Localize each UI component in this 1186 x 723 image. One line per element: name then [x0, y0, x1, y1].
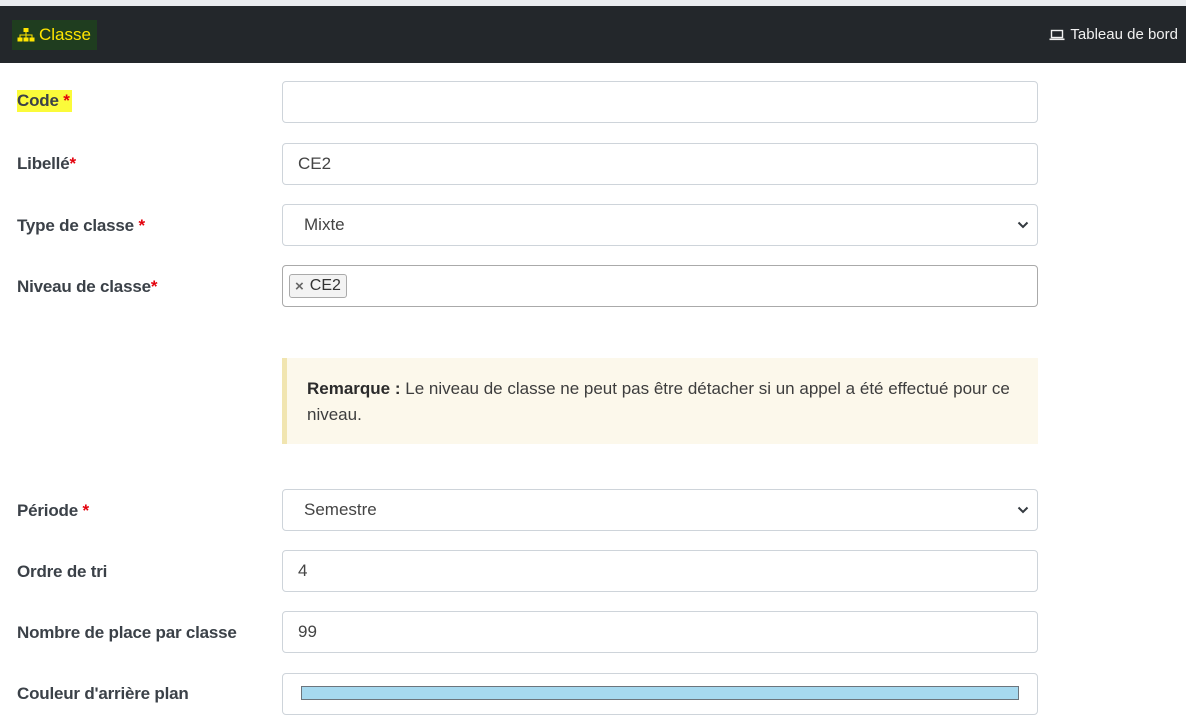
couleur-label-text: Couleur d'arrière plan: [17, 684, 189, 703]
niveau-tag-label: CE2: [309, 277, 341, 294]
type-classe-label-text: Type de classe: [17, 216, 134, 235]
dashboard-link-label: Tableau de bord: [1070, 26, 1178, 43]
required-mark: *: [82, 501, 90, 520]
remark-alert: Remarque : Le niveau de classe ne peut p…: [282, 358, 1038, 444]
libelle-label: Libellé*: [17, 154, 76, 174]
required-mark: *: [63, 91, 70, 110]
nombre-place-label-text: Nombre de place par classe: [17, 623, 237, 642]
remark-title: Remarque :: [307, 379, 401, 398]
type-classe-label: Type de classe *: [17, 216, 145, 236]
header-bar: Classe Tableau de bord: [0, 6, 1186, 63]
ordre-tri-value: 4: [298, 561, 308, 580]
libelle-input[interactable]: CE2: [282, 143, 1038, 185]
niveau-classe-label: Niveau de classe*: [17, 277, 157, 297]
periode-label: Période *: [17, 501, 89, 521]
periode-selected: Semestre: [304, 500, 377, 519]
niveau-classe-label-text: Niveau de classe: [17, 277, 151, 296]
ordre-tri-input[interactable]: 4: [282, 550, 1038, 592]
periode-select[interactable]: Semestre: [282, 489, 1038, 531]
niveau-tag: × CE2: [289, 274, 347, 298]
dashboard-link[interactable]: Tableau de bord: [1049, 26, 1178, 43]
required-mark: *: [150, 277, 158, 296]
nombre-place-value: 99: [298, 622, 317, 641]
required-mark: *: [69, 154, 76, 173]
code-label: Code *: [17, 90, 72, 112]
laptop-icon: [1049, 29, 1065, 40]
page-title[interactable]: Classe: [12, 19, 97, 50]
libelle-label-text: Libellé: [17, 154, 70, 173]
nombre-place-label: Nombre de place par classe: [17, 623, 237, 643]
code-input[interactable]: [282, 81, 1038, 123]
required-mark: *: [138, 216, 145, 235]
ordre-tri-label-text: Ordre de tri: [17, 562, 108, 581]
libelle-input-value: CE2: [298, 154, 332, 173]
remark-text: Le niveau de classe ne peut pas être dét…: [307, 379, 1010, 424]
type-classe-select[interactable]: Mixte: [282, 204, 1038, 246]
sitemap-icon: [17, 27, 35, 41]
periode-label-text: Période: [17, 501, 78, 520]
ordre-tri-label: Ordre de tri: [17, 562, 107, 582]
niveau-classe-multiselect[interactable]: × CE2: [282, 265, 1038, 307]
chevron-down-icon: [1017, 221, 1029, 229]
tag-remove-icon[interactable]: ×: [295, 278, 304, 295]
nombre-place-input[interactable]: 99: [282, 611, 1038, 653]
type-classe-selected: Mixte: [304, 215, 345, 234]
color-swatch: [301, 686, 1019, 700]
page-title-label: Classe: [39, 24, 91, 44]
color-picker-input[interactable]: [282, 673, 1038, 715]
couleur-label: Couleur d'arrière plan: [17, 684, 189, 704]
chevron-down-icon: [1017, 506, 1029, 514]
code-label-text: Code: [17, 91, 59, 110]
